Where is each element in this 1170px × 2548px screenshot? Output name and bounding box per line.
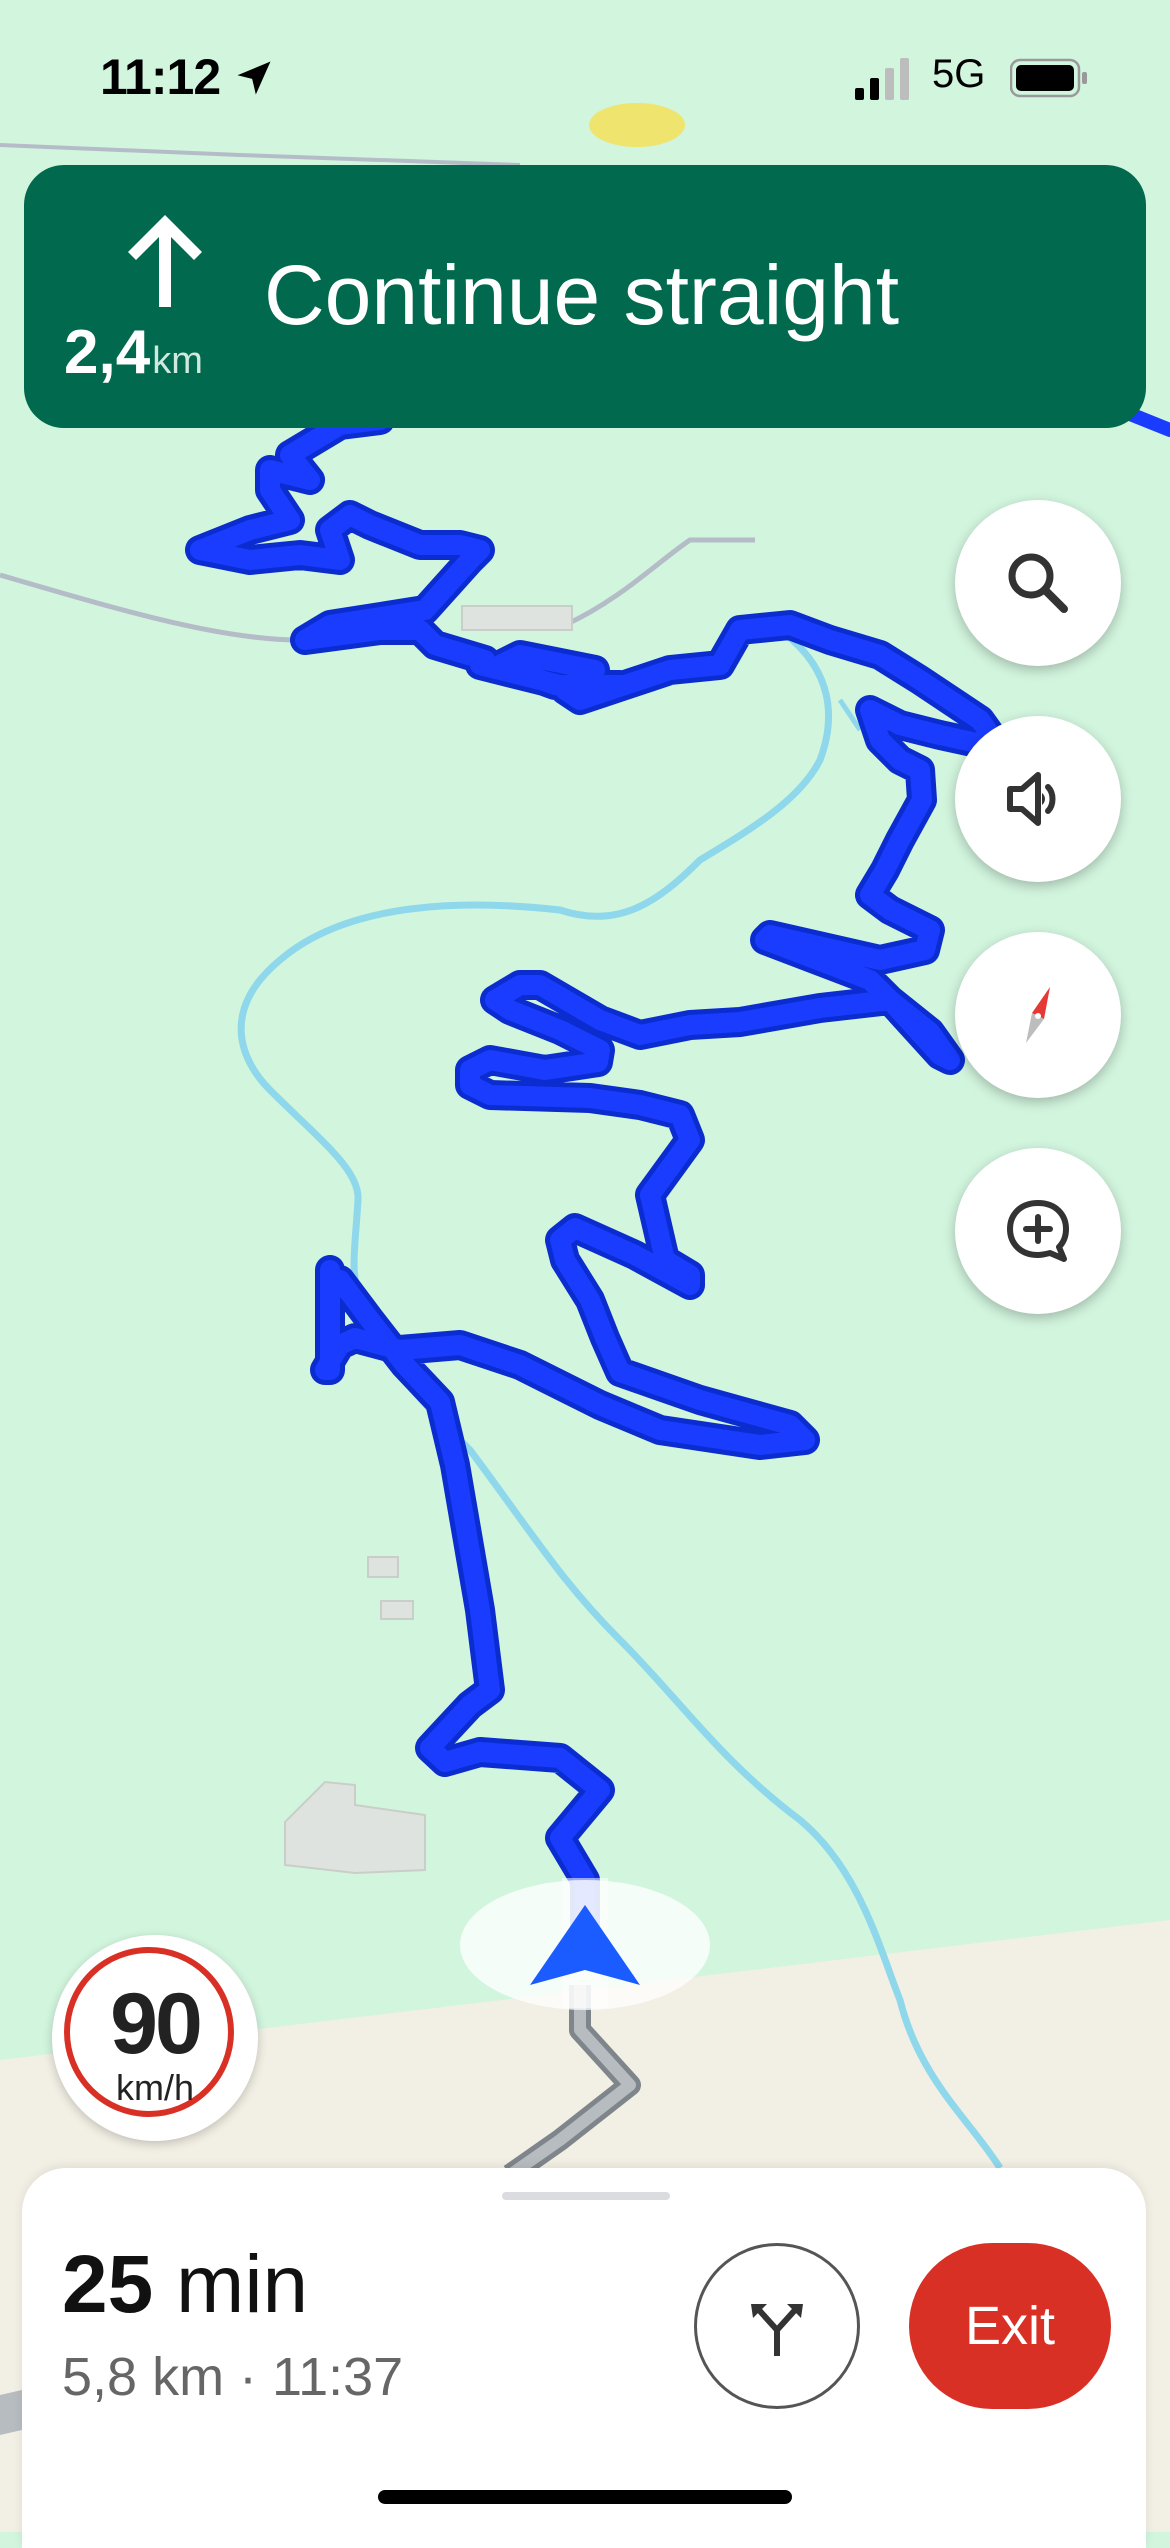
search-button[interactable]	[955, 500, 1121, 666]
sheet-drag-handle[interactable]	[502, 2192, 670, 2200]
sound-button[interactable]	[955, 716, 1121, 882]
speed-limit-value: 90	[110, 1976, 203, 2072]
battery-icon	[1010, 58, 1087, 98]
add-report-button[interactable]	[955, 1148, 1121, 1314]
duration-value: 25	[62, 2239, 154, 2330]
trip-duration: 25 min	[62, 2238, 308, 2332]
compass-button[interactable]	[955, 932, 1121, 1098]
maneuver-banner[interactable]: 2,4km Continue straight	[24, 165, 1146, 428]
home-indicator[interactable]	[378, 2490, 792, 2504]
trip-distance-arrival: 5,8 km · 11:37	[62, 2347, 404, 2407]
maneuver-instruction: Continue straight	[264, 248, 900, 342]
speed-limit-sign: 90 km/h	[52, 1935, 258, 2141]
distance-value: 2,4	[64, 318, 151, 387]
speed-limit-unit: km/h	[115, 2067, 194, 2108]
status-bar: 11:12 5G	[0, 0, 1170, 140]
arrow-up-icon	[128, 215, 202, 307]
network-type: 5G	[932, 52, 986, 96]
alternate-routes-button[interactable]	[694, 2243, 860, 2409]
location-arrow-icon	[237, 61, 271, 95]
distance-unit: km	[152, 340, 203, 382]
signal-bars-icon	[855, 58, 909, 100]
status-time: 11:12	[100, 49, 221, 105]
exit-button[interactable]: Exit	[909, 2243, 1111, 2409]
maneuver-distance: 2,4km	[64, 317, 203, 388]
add-report-icon	[1007, 1200, 1069, 1262]
alternate-routes-icon	[751, 2304, 803, 2356]
compass-icon	[1026, 987, 1050, 1043]
search-icon	[1008, 553, 1068, 613]
speaker-icon	[1007, 772, 1056, 826]
duration-unit: min	[176, 2239, 309, 2330]
